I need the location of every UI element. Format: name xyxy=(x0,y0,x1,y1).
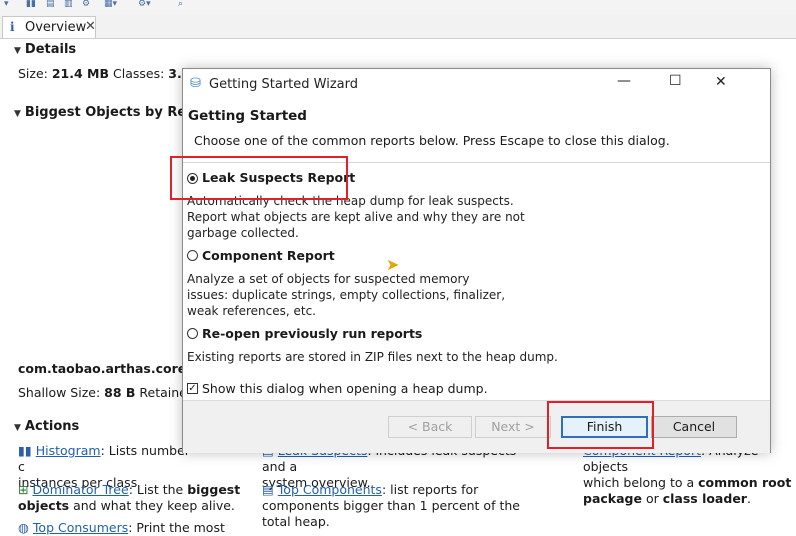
config-toolbar-icon[interactable]: ⚙▾ xyxy=(138,0,151,9)
collapse-triangle-icon: ▼ xyxy=(14,46,21,56)
top-components-action: ▤ Top Components: list reports for compo… xyxy=(262,482,542,530)
top-consumers-icon: ◍ xyxy=(18,520,29,535)
dominator-desc: : List the xyxy=(128,482,188,497)
reopen-reports-option-label[interactable]: Re-open previously run reports xyxy=(202,326,422,341)
top-consumers-desc: : Print the most xyxy=(128,520,225,535)
actions-section-header[interactable]: ▼ Actions xyxy=(14,419,79,434)
dominator-bold-2: objects xyxy=(18,498,70,513)
mouse-cursor-icon: ➤ xyxy=(386,255,400,274)
tab-overview[interactable]: i Overview ✕ xyxy=(2,16,96,38)
show-dialog-checkbox-label[interactable]: Show this dialog when opening a heap dum… xyxy=(202,381,488,396)
report-toolbar-icon[interactable]: ▦▾ xyxy=(104,0,117,9)
component-bold-2: package xyxy=(583,491,642,506)
component-report-radio[interactable] xyxy=(187,250,198,261)
editor-tab-strip: i Overview ✕ xyxy=(0,14,796,39)
dialog-title: Getting Started Wizard xyxy=(209,77,358,92)
close-icon[interactable]: ✕ xyxy=(85,19,96,34)
top-consumers-action: ◍ Top Consumers: Print the most xyxy=(18,520,225,536)
dialog-titlebar[interactable]: ⛁ Getting Started Wizard — ☐ ✕ xyxy=(183,69,770,99)
minimize-icon[interactable]: — xyxy=(617,73,631,89)
query-toolbar-icon[interactable]: ▥ xyxy=(64,0,73,9)
search-icon[interactable]: ⌕ xyxy=(178,0,183,9)
reopen-reports-option-desc: Existing reports are stored in ZIP files… xyxy=(187,350,558,364)
component-desc-4: . xyxy=(746,491,751,506)
leak-suspects-option-desc: Automatically check the heap dump for le… xyxy=(187,194,525,240)
collapse-triangle-icon: ▼ xyxy=(14,423,21,433)
oql-toolbar-icon[interactable]: ⚙ xyxy=(82,0,90,9)
component-bold-1: common root xyxy=(698,475,792,490)
dominator-tree-link[interactable]: Dominator Tree xyxy=(32,482,128,497)
collapse-triangle-icon: ▼ xyxy=(14,109,21,119)
back-button[interactable]: < Back xyxy=(388,416,472,438)
dialog-header: Getting Started Choose one of the common… xyxy=(183,99,770,163)
leak-suspects-highlight-box xyxy=(170,156,348,200)
histogram-link[interactable]: Histogram xyxy=(36,443,101,458)
shallow-size-line: Shallow Size: 88 B Retained S xyxy=(18,385,207,400)
dominator-bold-1: biggest xyxy=(187,482,241,497)
top-components-icon: ▤ xyxy=(262,482,274,497)
size-value: 21.4 MB xyxy=(51,66,110,81)
dominator-tree-icon: ⊞ xyxy=(18,482,29,497)
dialog-button-bar: < Back Next > Finish Cancel xyxy=(183,400,770,453)
getting-started-dialog: ⛁ Getting Started Wizard — ☐ ✕ Getting S… xyxy=(182,68,771,453)
shallow-value: 88 B xyxy=(104,385,136,400)
reopen-reports-radio[interactable] xyxy=(187,328,198,339)
tab-overview-label: Overview xyxy=(25,20,87,35)
actions-title: Actions xyxy=(24,419,80,434)
show-dialog-checkbox[interactable]: ✓ xyxy=(187,383,198,394)
size-label: Size: xyxy=(18,66,52,81)
toolbar-arrow-icon[interactable]: ▾ xyxy=(4,0,9,9)
dominator-action: ⊞ Dominator Tree: List the biggest objec… xyxy=(18,482,258,514)
component-report-option-label[interactable]: Component Report xyxy=(202,248,335,263)
component-report-desc-2: which belong to a xyxy=(583,475,699,490)
histogram-toolbar-icon[interactable]: ▮▮ xyxy=(26,0,36,9)
info-icon: i xyxy=(10,20,15,34)
shallow-label: Shallow Size: xyxy=(18,385,105,400)
details-section-header[interactable]: ▼ Details xyxy=(14,42,76,57)
next-button[interactable]: Next > xyxy=(475,416,551,438)
maximize-icon[interactable]: ☐ xyxy=(669,73,682,89)
main-toolbar: ▾ ▮▮ ▤ ▥ ⚙ ▦▾ ⚙▾ ⌕ xyxy=(0,0,796,14)
dominator-desc-2: and what they keep alive. xyxy=(69,498,235,513)
histogram-icon: ▮▮ xyxy=(18,443,32,458)
component-desc-3: or xyxy=(641,491,663,506)
dialog-heading: Getting Started xyxy=(188,108,307,124)
top-components-link[interactable]: Top Components xyxy=(278,482,382,497)
dialog-subtitle: Choose one of the common reports below. … xyxy=(194,133,670,148)
close-icon[interactable]: ✕ xyxy=(715,74,727,90)
details-title: Details xyxy=(24,42,77,57)
dominator-toolbar-icon[interactable]: ▤ xyxy=(46,0,55,9)
top-components-desc: : list reports for xyxy=(381,482,479,497)
finish-highlight-box xyxy=(547,401,654,449)
component-report-option-desc: Analyze a set of objects for suspected m… xyxy=(187,272,506,318)
cancel-button[interactable]: Cancel xyxy=(651,416,737,438)
wizard-app-icon: ⛁ xyxy=(190,76,201,91)
classes-label: Classes: xyxy=(109,66,169,81)
top-components-desc-2: components bigger than 1 percent of the xyxy=(262,498,520,513)
component-bold-3: class loader xyxy=(662,491,747,506)
top-components-desc-3: total heap. xyxy=(262,514,330,529)
top-consumers-link[interactable]: Top Consumers xyxy=(33,520,128,535)
